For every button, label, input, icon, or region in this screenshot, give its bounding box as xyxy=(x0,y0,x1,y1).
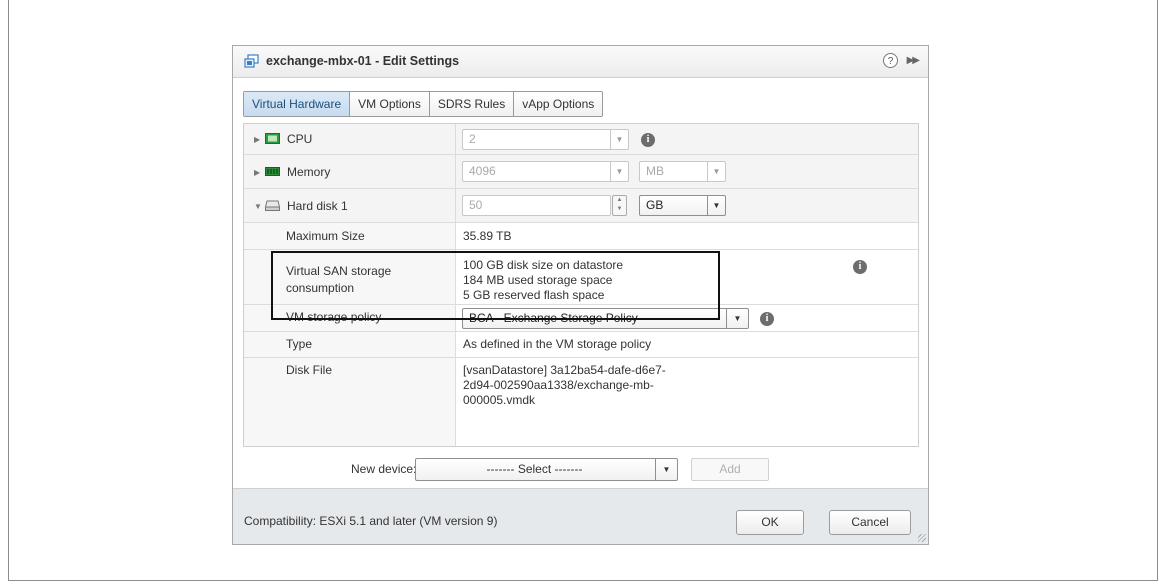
hard-disk-unit-value: GB xyxy=(646,198,664,212)
resize-grip[interactable] xyxy=(918,534,926,542)
edit-settings-dialog: exchange-mbx-01 - Edit Settings ? ▶▶ Vir… xyxy=(232,45,929,545)
storage-policy-value: BCA - Exchange Storage Policy xyxy=(469,311,638,325)
dropdown-icon: ▼ xyxy=(707,162,725,181)
row-vsan-consumption: Virtual SAN storage consumption 100 GB d… xyxy=(244,250,918,305)
memory-icon xyxy=(265,167,280,176)
vsan-disk-size: 100 GB disk size on datastore xyxy=(463,258,624,272)
new-device-label: New device: xyxy=(351,462,417,476)
tab-vapp-options[interactable]: vApp Options xyxy=(514,92,603,116)
tab-vm-options[interactable]: VM Options xyxy=(350,92,430,116)
row-type: Type As defined in the VM storage policy xyxy=(244,332,918,358)
spin-down-icon[interactable]: ▼ xyxy=(613,205,626,214)
dropdown-icon: ▼ xyxy=(610,162,628,181)
dropdown-icon: ▼ xyxy=(707,196,725,215)
dialog-title: exchange-mbx-01 - Edit Settings xyxy=(266,54,460,68)
row-vm-storage-policy: VM storage policy BCA - Exchange Storage… xyxy=(244,305,918,332)
add-device-button[interactable]: Add xyxy=(691,458,769,481)
hard-disk-icon xyxy=(265,200,280,211)
compatibility-text: Compatibility: ESXi 5.1 and later (VM ve… xyxy=(244,514,498,528)
caret-right-icon[interactable]: ▶ xyxy=(254,135,260,144)
ok-button[interactable]: OK xyxy=(736,510,804,535)
cpu-select[interactable]: 2 ▼ xyxy=(462,129,629,150)
vm-icon xyxy=(244,54,259,68)
virtual-hardware-grid: ▶ CPU 2 ▼ i ▶ Memory 4096 ▼ MB ▼ ▼ Hard … xyxy=(243,123,919,447)
row-maximum-size: Maximum Size 35.89 TB xyxy=(244,223,918,250)
memory-unit-value: MB xyxy=(646,164,664,178)
row-disk-file: Disk File [vsanDatastore] 3a12ba54-dafe-… xyxy=(244,358,918,446)
type-value: As defined in the VM storage policy xyxy=(463,337,652,351)
hard-disk-size-value: 50 xyxy=(469,198,483,212)
disk-file-line2: 2d94-002590aa1338/exchange-mb- xyxy=(463,378,654,392)
cpu-icon xyxy=(265,133,280,144)
tab-virtual-hardware[interactable]: Virtual Hardware xyxy=(244,92,351,116)
dropdown-icon: ▼ xyxy=(610,130,628,149)
maximum-size-label: Maximum Size xyxy=(286,229,365,243)
cpu-info-icon[interactable]: i xyxy=(641,133,655,147)
new-device-select[interactable]: ------- Select ------- ▼ xyxy=(415,458,678,481)
spin-up-icon[interactable]: ▲ xyxy=(613,196,626,205)
disk-file-line1: [vsanDatastore] 3a12ba54-dafe-d6e7- xyxy=(463,363,666,377)
hardware-row-hard-disk: ▼ Hard disk 1 50 ▲ ▼ GB ▼ xyxy=(244,189,918,223)
hard-disk-label: Hard disk 1 xyxy=(287,199,348,213)
vsan-label-line1: Virtual SAN storage xyxy=(286,264,392,278)
caret-right-icon[interactable]: ▶ xyxy=(254,168,260,177)
disk-file-line3: 000005.vmdk xyxy=(463,393,536,407)
vsan-info-icon[interactable]: i xyxy=(853,260,867,274)
memory-value: 4096 xyxy=(469,164,496,178)
storage-policy-select[interactable]: BCA - Exchange Storage Policy ▼ xyxy=(462,308,749,329)
dropdown-icon: ▼ xyxy=(726,309,748,328)
caret-down-icon[interactable]: ▼ xyxy=(254,202,262,211)
hard-disk-size-spinner[interactable]: ▲ ▼ xyxy=(612,195,627,216)
cpu-value: 2 xyxy=(469,132,476,146)
disk-file-label: Disk File xyxy=(286,363,333,377)
hard-disk-size-input[interactable]: 50 xyxy=(462,195,611,216)
storage-policy-label: VM storage policy xyxy=(286,310,382,324)
hardware-row-cpu: ▶ CPU 2 ▼ i xyxy=(244,124,918,155)
memory-unit-select[interactable]: MB ▼ xyxy=(639,161,726,182)
memory-label: Memory xyxy=(287,165,331,179)
cancel-button[interactable]: Cancel xyxy=(829,510,911,535)
vsan-label-line2: consumption xyxy=(286,281,355,295)
hard-disk-unit-select[interactable]: GB ▼ xyxy=(639,195,726,216)
vsan-flash-space: 5 GB reserved flash space xyxy=(463,288,605,302)
dropdown-icon: ▼ xyxy=(655,459,677,480)
maximum-size-value: 35.89 TB xyxy=(463,229,512,243)
tab-sdrs-rules[interactable]: SDRS Rules xyxy=(429,92,515,116)
expand-icon[interactable]: ▶▶ xyxy=(907,55,920,66)
new-device-select-value: ------- Select ------- xyxy=(486,462,583,476)
cpu-label: CPU xyxy=(287,132,313,146)
dialog-footer: Compatibility: ESXi 5.1 and later (VM ve… xyxy=(233,488,928,544)
vsan-used-space: 184 MB used storage space xyxy=(463,273,613,287)
help-icon[interactable]: ? xyxy=(883,53,898,68)
type-label: Type xyxy=(286,337,313,351)
dialog-titlebar: exchange-mbx-01 - Edit Settings ? ▶▶ xyxy=(233,46,928,78)
storage-policy-info-icon[interactable]: i xyxy=(760,312,774,326)
memory-select[interactable]: 4096 ▼ xyxy=(462,161,629,182)
hardware-row-memory: ▶ Memory 4096 ▼ MB ▼ xyxy=(244,155,918,189)
settings-tabs: Virtual Hardware VM Options SDRS Rules v… xyxy=(243,91,604,117)
